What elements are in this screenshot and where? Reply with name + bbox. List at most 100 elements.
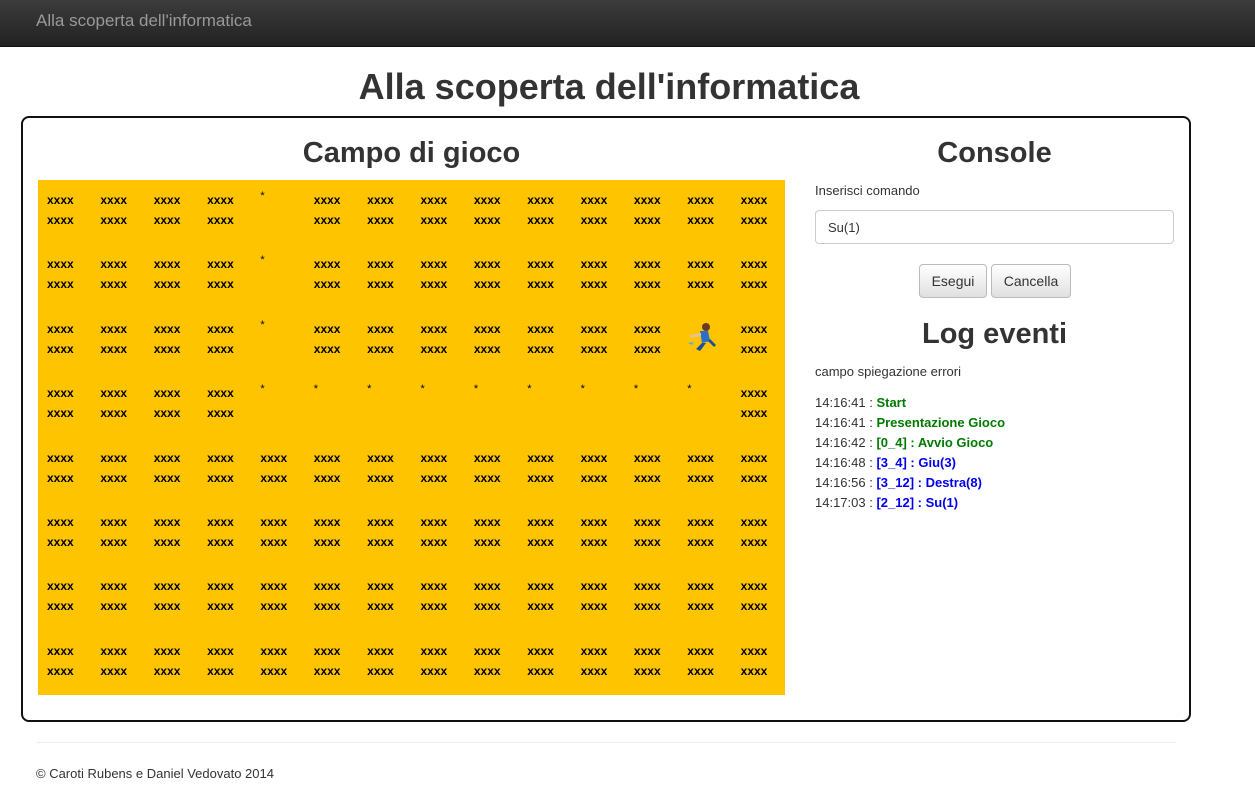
- wall-cell: xxxx xxxx: [153, 193, 181, 227]
- log-message: [3_12] : Destra(8): [876, 475, 982, 490]
- wall-cell: xxxx xxxx: [420, 450, 448, 485]
- game-title: Campo di gioco: [302, 137, 521, 169]
- wall-cell: xxxx xxxx: [47, 321, 74, 356]
- log-message: Start: [876, 395, 907, 410]
- path-cell: *: [687, 383, 692, 396]
- wall-cell: xxxx xxxx: [207, 643, 234, 678]
- footer-divider: [36, 742, 1176, 743]
- wall-cell: xxxx xxxx: [633, 193, 661, 227]
- clear-button[interactable]: Cancella: [991, 264, 1071, 298]
- wall-cell: xxxx xxxx: [100, 579, 128, 614]
- wall-cell: xxxx xxxx: [100, 257, 128, 292]
- wall-cell: xxxx xxxx: [420, 643, 448, 678]
- wall-cell: xxxx xxxx: [367, 579, 394, 614]
- log-entry: 14:17:03 : [2_12] : Su(1): [815, 493, 1005, 513]
- player-cell: [678, 309, 731, 373]
- wall-cell: xxxx xxxx: [633, 514, 661, 549]
- wall-cell: xxxx xxxx: [740, 193, 768, 227]
- log-message: [0_4] : Avvio Gioco: [876, 435, 994, 450]
- path-cell: *: [367, 383, 372, 396]
- wall-cell: xxxx xxxx: [740, 321, 768, 356]
- wall-cell: xxxx xxxx: [420, 514, 448, 549]
- wall-cell: xxxx xxxx: [740, 579, 768, 614]
- wall-cell: xxxx xxxx: [633, 321, 661, 356]
- path-cell: *: [260, 383, 265, 396]
- wall-cell: xxxx xxxx: [580, 193, 608, 227]
- wall-cell: xxxx xxxx: [367, 450, 394, 485]
- wall-cell: xxxx xxxx: [367, 257, 394, 292]
- wall-cell: xxxx xxxx: [687, 579, 714, 614]
- wall-cell: xxxx xxxx: [740, 514, 768, 549]
- player-character-icon: [688, 322, 717, 351]
- log-title: Log eventi: [921, 318, 1067, 350]
- wall-cell: xxxx xxxx: [420, 321, 448, 356]
- wall-cell: xxxx xxxx: [580, 514, 608, 549]
- wall-cell: xxxx xxxx: [687, 643, 714, 678]
- wall-cell: xxxx xxxx: [207, 579, 234, 614]
- log-time: 14:16:41 :: [815, 415, 877, 430]
- game-board: xxxx xxxx xxxx xxxx xxxx xxxx xxxx xxxx * xxx…: [38, 180, 785, 695]
- wall-cell: xxxx xxxx: [420, 193, 448, 227]
- wall-cell: xxxx xxxx: [207, 514, 234, 549]
- wall-cell: xxxx xxxx: [313, 257, 341, 292]
- wall-cell: xxxx xxxx: [47, 257, 74, 292]
- wall-cell: xxxx xxxx: [740, 643, 768, 678]
- wall-cell: xxxx xxxx: [527, 514, 554, 549]
- wall-cell: xxxx xxxx: [580, 643, 608, 678]
- wall-cell: xxxx xxxx: [687, 514, 714, 549]
- wall-cell: xxxx xxxx: [687, 257, 714, 292]
- wall-cell: xxxx xxxx: [687, 450, 714, 485]
- log-time: 14:16:48 :: [815, 455, 877, 470]
- wall-cell: xxxx xxxx: [153, 386, 181, 421]
- wall-cell: xxxx xxxx: [207, 193, 234, 227]
- wall-cell: xxxx xxxx: [100, 386, 128, 421]
- wall-cell: xxxx xxxx: [473, 193, 501, 227]
- wall-cell: xxxx xxxx: [47, 643, 74, 678]
- wall-cell: xxxx xxxx: [313, 514, 341, 549]
- wall-cell: xxxx xxxx: [260, 514, 288, 549]
- log-message: Presentazione Gioco: [876, 415, 1006, 430]
- wall-cell: xxxx xxxx: [633, 257, 661, 292]
- wall-cell: xxxx xxxx: [100, 321, 128, 356]
- wall-cell: xxxx xxxx: [260, 579, 288, 614]
- wall-cell: xxxx xxxx: [527, 257, 554, 292]
- wall-cell: xxxx xxxx: [367, 193, 394, 227]
- wall-cell: xxxx xxxx: [580, 321, 608, 356]
- path-cell: *: [313, 383, 319, 396]
- wall-cell: xxxx xxxx: [47, 579, 74, 614]
- wall-cell: xxxx xxxx: [153, 257, 181, 292]
- wall-cell: xxxx xxxx: [100, 514, 128, 549]
- wall-cell: xxxx xxxx: [313, 643, 341, 678]
- wall-cell: xxxx xxxx: [207, 450, 234, 485]
- log-message: [3_4] : Giu(3): [876, 455, 956, 470]
- wall-cell: xxxx xxxx: [633, 579, 661, 614]
- wall-cell: xxxx xxxx: [100, 193, 128, 227]
- path-cell: *: [260, 318, 265, 331]
- navbar-brand[interactable]: Alla scoperta dell'informatica: [36, 11, 252, 31]
- log-entry: 14:16:56 : [3_12] : Destra(8): [815, 473, 1005, 493]
- command-label: Inserisci comando: [815, 183, 920, 198]
- log-entry: 14:16:48 : [3_4] : Giu(3): [815, 453, 1005, 473]
- wall-cell: xxxx xxxx: [313, 321, 341, 356]
- footer-text: © Caroti Rubens e Daniel Vedovato 2014: [36, 766, 274, 781]
- wall-cell: xxxx xxxx: [633, 643, 661, 678]
- wall-cell: xxxx xxxx: [260, 643, 288, 678]
- wall-cell: xxxx xxxx: [153, 514, 181, 549]
- wall-cell: xxxx xxxx: [527, 193, 554, 227]
- wall-cell: xxxx xxxx: [473, 450, 501, 485]
- wall-cell: xxxx xxxx: [687, 193, 714, 227]
- log-time: 14:17:03 :: [815, 495, 877, 510]
- command-input[interactable]: [815, 210, 1174, 244]
- wall-cell: xxxx xxxx: [473, 257, 501, 292]
- log-entry: 14:16:41 : Presentazione Gioco: [815, 413, 1005, 433]
- log-time: 14:16:42 :: [815, 435, 877, 450]
- wall-cell: xxxx xxxx: [420, 579, 448, 614]
- run-button[interactable]: Esegui: [919, 264, 987, 298]
- wall-cell: xxxx xxxx: [100, 643, 128, 678]
- wall-cell: xxxx xxxx: [473, 321, 501, 356]
- event-log: 14:16:41 : Start 14:16:41 : Presentazione…: [815, 393, 1005, 513]
- wall-cell: xxxx xxxx: [633, 450, 661, 485]
- wall-cell: xxxx xxxx: [420, 257, 448, 292]
- path-cell: *: [260, 190, 265, 202]
- log-message: [2_12] : Su(1): [876, 495, 959, 510]
